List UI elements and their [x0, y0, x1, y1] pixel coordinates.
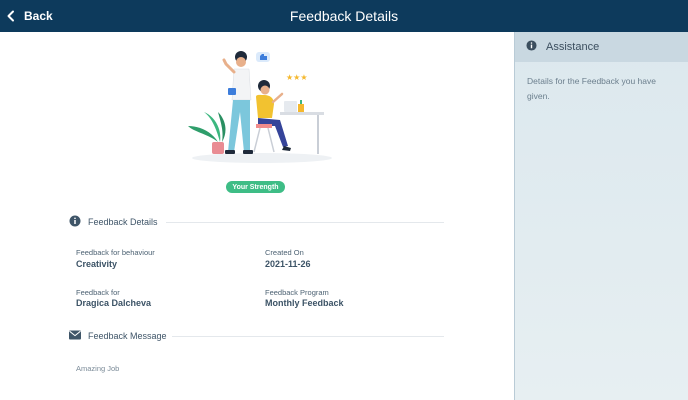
feedback-program-value: Monthly Feedback [265, 298, 344, 308]
info-icon [526, 40, 537, 54]
feedback-message-header: Feedback Message [69, 328, 167, 344]
feedback-message-text: Amazing Job [76, 364, 120, 373]
feedback-illustration: ★★★ [188, 51, 332, 163]
top-bar: Back Feedback Details [0, 0, 688, 32]
divider [166, 222, 444, 223]
assistance-panel: Assistance Details for the Feedback you … [514, 32, 688, 400]
divider [172, 336, 444, 337]
assistance-heading: Assistance [546, 41, 600, 53]
chevron-left-icon [6, 10, 16, 22]
assistance-header: Assistance [515, 32, 688, 62]
assistance-text: Details for the Feedback you have given. [527, 76, 656, 101]
strength-badge: Your Strength [226, 181, 285, 193]
page-title: Feedback Details [289, 8, 399, 24]
feedback-for-label: Feedback for [76, 288, 120, 297]
feedback-for-value: Dragica Dalcheva [76, 298, 152, 308]
created-on-label: Created On [265, 248, 304, 257]
feedback-details-heading: Feedback Details [88, 217, 158, 227]
back-button[interactable]: Back [6, 0, 53, 32]
svg-text:★★★: ★★★ [286, 73, 308, 82]
info-icon [69, 215, 81, 229]
feedback-behaviour-label: Feedback for behaviour [76, 248, 155, 257]
feedback-program-label: Feedback Program [265, 288, 329, 297]
back-label: Back [24, 9, 53, 23]
feedback-message-heading: Feedback Message [88, 331, 167, 341]
feedback-details-header: Feedback Details [69, 214, 158, 230]
envelope-icon [69, 330, 81, 342]
feedback-behaviour-value: Creativity [76, 259, 118, 269]
created-on-value: 2021-11-26 [265, 259, 311, 269]
